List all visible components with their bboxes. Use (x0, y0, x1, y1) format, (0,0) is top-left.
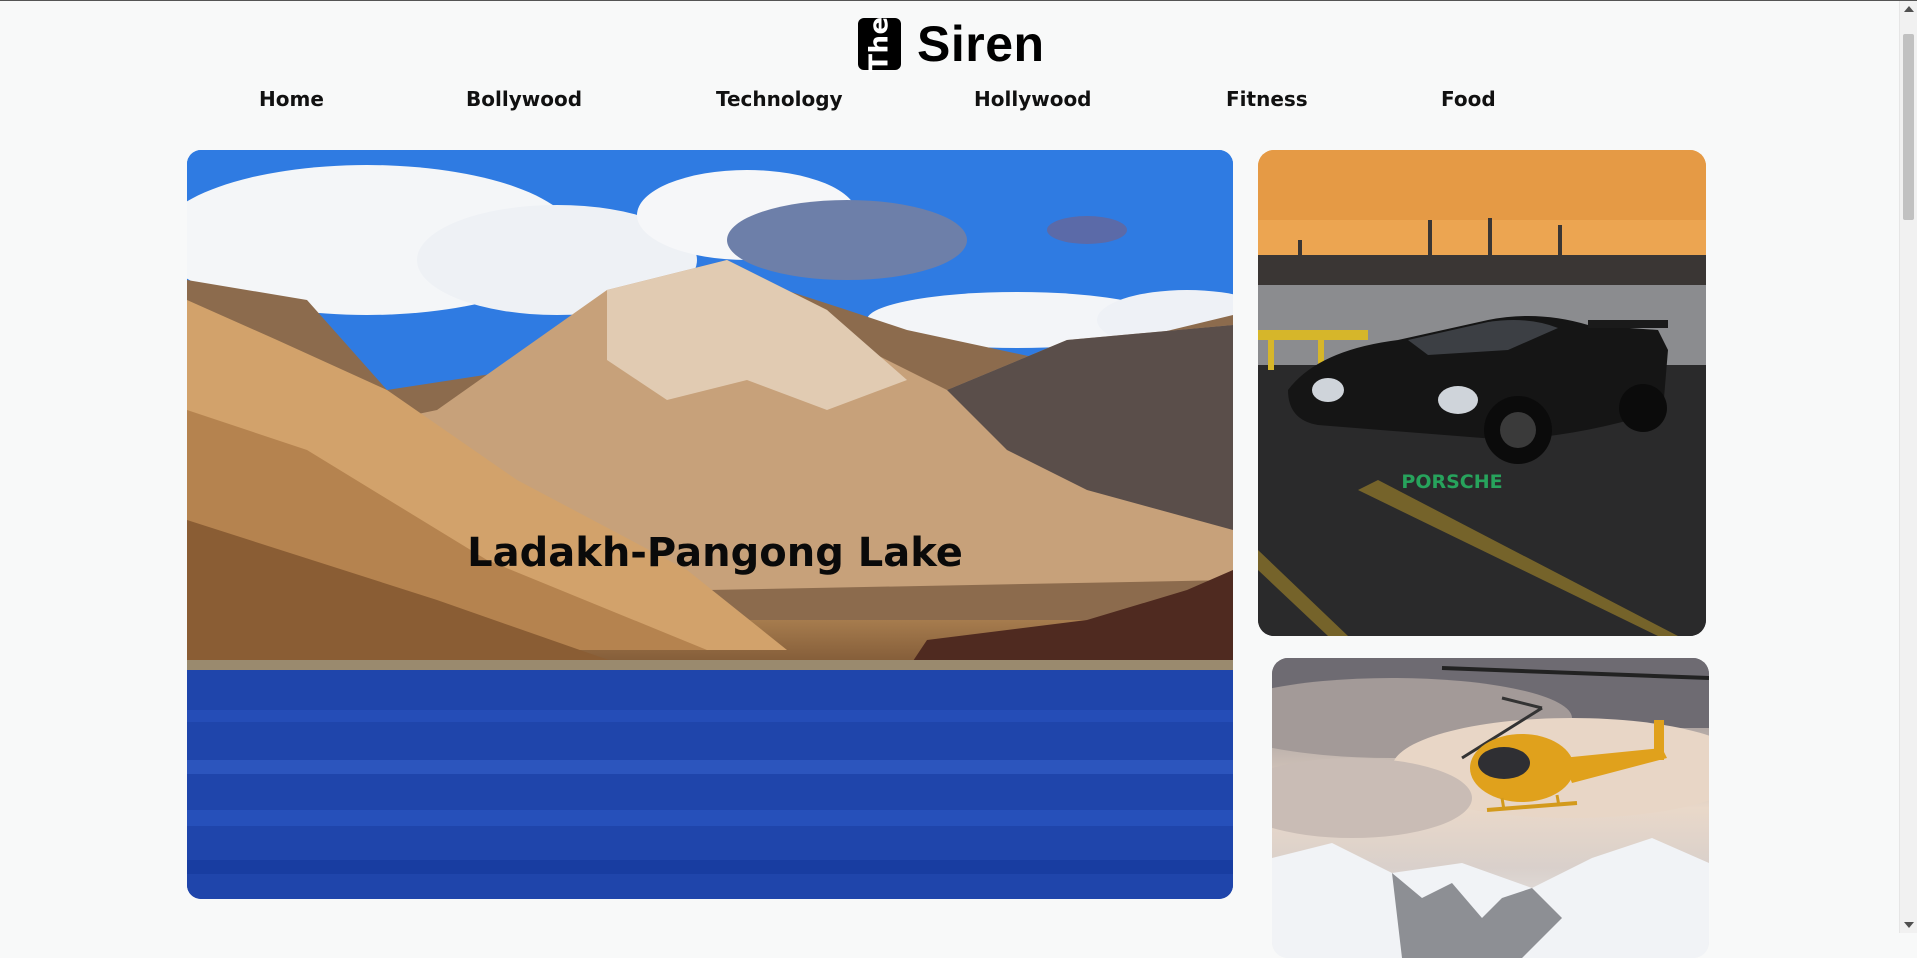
helicopter-card[interactable] (1272, 658, 1709, 958)
nav-hollywood[interactable]: Hollywood (974, 87, 1092, 111)
page-scrollbar[interactable] (1899, 1, 1917, 933)
hero-card[interactable]: Ladakh-Pangong Lake (187, 150, 1233, 899)
car-card-label[interactable]: PORSCHE (1258, 471, 1706, 493)
logo-mark-text: The (864, 16, 895, 72)
scroll-thumb[interactable] (1903, 34, 1914, 220)
porsche-card[interactable]: PORSCHE (1258, 150, 1706, 636)
hero-image (187, 150, 1233, 899)
nav-fitness[interactable]: Fitness (1226, 87, 1308, 111)
scroll-down-arrow-icon[interactable] (1904, 922, 1914, 928)
helicopter-image (1272, 658, 1709, 958)
nav-bollywood[interactable]: Bollywood (466, 87, 582, 111)
logo-mark: The (858, 16, 901, 72)
nav-home[interactable]: Home (259, 87, 324, 111)
nav-technology[interactable]: Technology (716, 87, 843, 111)
site-name: Siren (917, 16, 1045, 72)
hero-title[interactable]: Ladakh-Pangong Lake (187, 530, 1233, 576)
site-logo[interactable]: The Siren (858, 15, 1045, 73)
car-image (1258, 150, 1706, 636)
nav-food[interactable]: Food (1441, 87, 1496, 111)
scroll-up-arrow-icon[interactable] (1904, 6, 1914, 12)
